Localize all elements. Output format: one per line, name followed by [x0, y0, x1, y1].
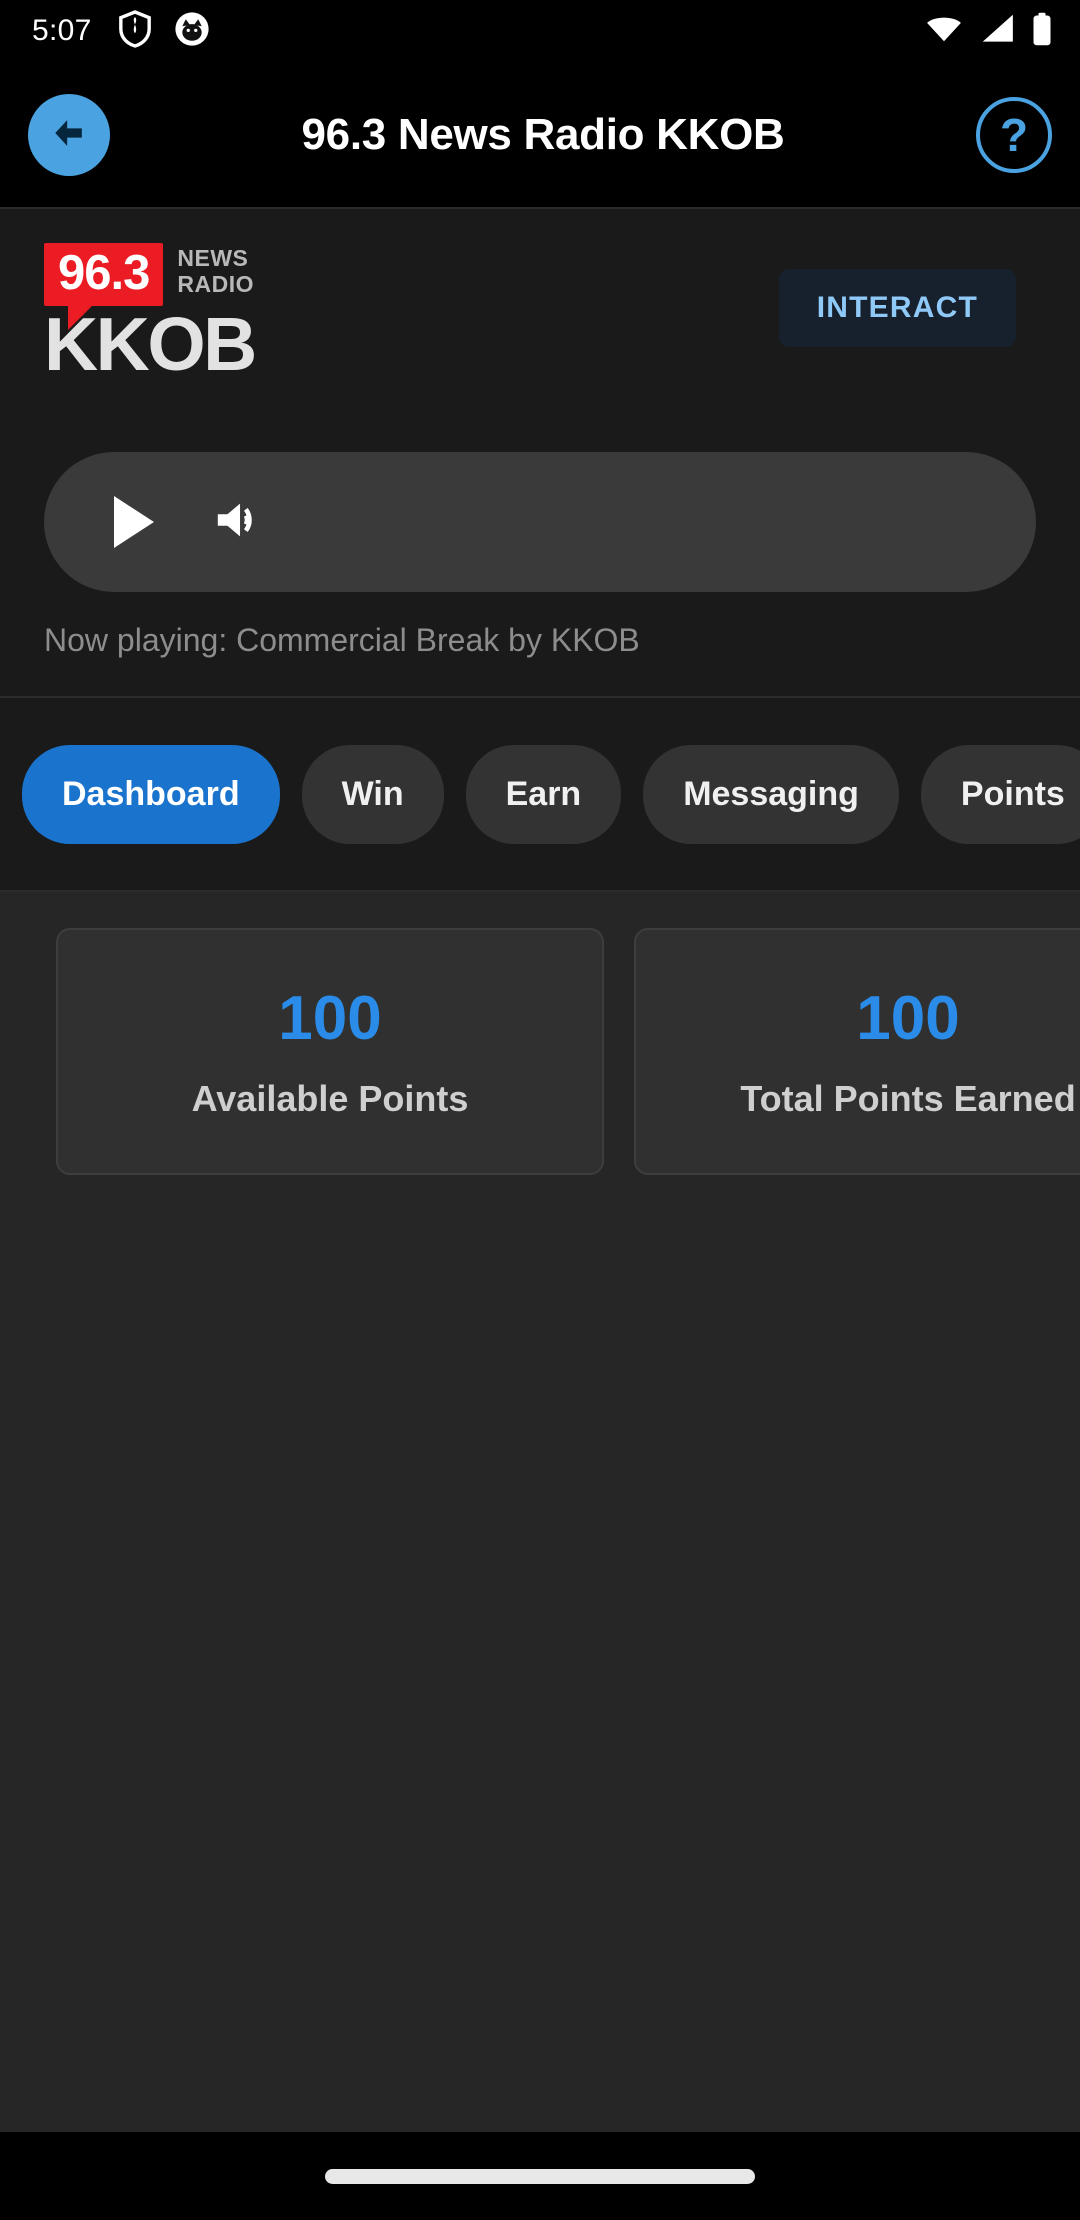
available-points-label: Available Points [191, 1078, 469, 1119]
play-icon[interactable] [114, 496, 154, 548]
home-gesture-pill[interactable] [325, 2168, 755, 2184]
system-navigation-bar [0, 2132, 1080, 2220]
volume-up-icon[interactable] [212, 496, 270, 549]
logo-frequency-text: 96.3 [58, 246, 150, 300]
status-bar-notification-icons [118, 9, 210, 53]
points-summary-row: 100 Available Points 100 Total Points Ea… [0, 928, 1080, 1175]
status-bar: 5:07 [0, 0, 1080, 62]
station-logo: 96.3 NEWS RADIO KKOB [44, 243, 324, 382]
cellular-signal-icon [978, 13, 1016, 50]
logo-top-row: 96.3 NEWS RADIO [44, 243, 324, 330]
cat-app-icon [174, 10, 210, 53]
logo-radio-text: RADIO [177, 270, 254, 297]
section-tab-strip[interactable]: Dashboard Win Earn Messaging Points [0, 698, 1080, 890]
interact-button[interactable]: INTERACT [778, 269, 1016, 347]
tab-earn[interactable]: Earn [465, 744, 622, 844]
question-mark-icon: ? [999, 109, 1029, 161]
logo-newsradio-text: NEWS RADIO [177, 243, 254, 298]
tab-dashboard[interactable]: Dashboard [22, 744, 280, 844]
now-playing-text: Now playing: Commercial Break by KKOB [44, 622, 640, 658]
audio-player-bar[interactable] [44, 452, 1036, 592]
total-points-earned-value: 100 [856, 984, 960, 1053]
tab-points[interactable]: Points [920, 744, 1080, 844]
app-screen: 5:07 96.3 News Radio KKOB ? 96.3 NEWS RA… [0, 0, 1080, 2220]
dashboard-content: 100 Available Points 100 Total Points Ea… [0, 892, 1080, 2132]
app-header: 96.3 News Radio KKOB ? [0, 62, 1080, 208]
shield-icon [118, 9, 152, 53]
total-points-earned-label: Total Points Earned [740, 1078, 1076, 1119]
logo-frequency-bubble: 96.3 [44, 243, 164, 330]
station-panel: 96.3 NEWS RADIO KKOB INTERACT Now playin… [0, 209, 1080, 696]
status-bar-system-icons [924, 12, 1054, 51]
wifi-icon [924, 13, 964, 50]
tab-messaging[interactable]: Messaging [643, 744, 899, 844]
battery-icon [1030, 12, 1054, 51]
tab-win[interactable]: Win [301, 744, 444, 844]
available-points-value: 100 [278, 984, 382, 1053]
station-brand-row: 96.3 NEWS RADIO KKOB INTERACT [0, 229, 1080, 409]
page-title: 96.3 News Radio KKOB [301, 110, 785, 159]
help-button[interactable]: ? [976, 97, 1052, 173]
back-arrow-icon [47, 111, 91, 160]
total-points-earned-card[interactable]: 100 Total Points Earned [634, 928, 1080, 1175]
back-button[interactable] [28, 94, 110, 176]
available-points-card[interactable]: 100 Available Points [56, 928, 604, 1175]
status-bar-clock: 5:07 [32, 14, 92, 47]
logo-news-text: NEWS [177, 245, 249, 271]
